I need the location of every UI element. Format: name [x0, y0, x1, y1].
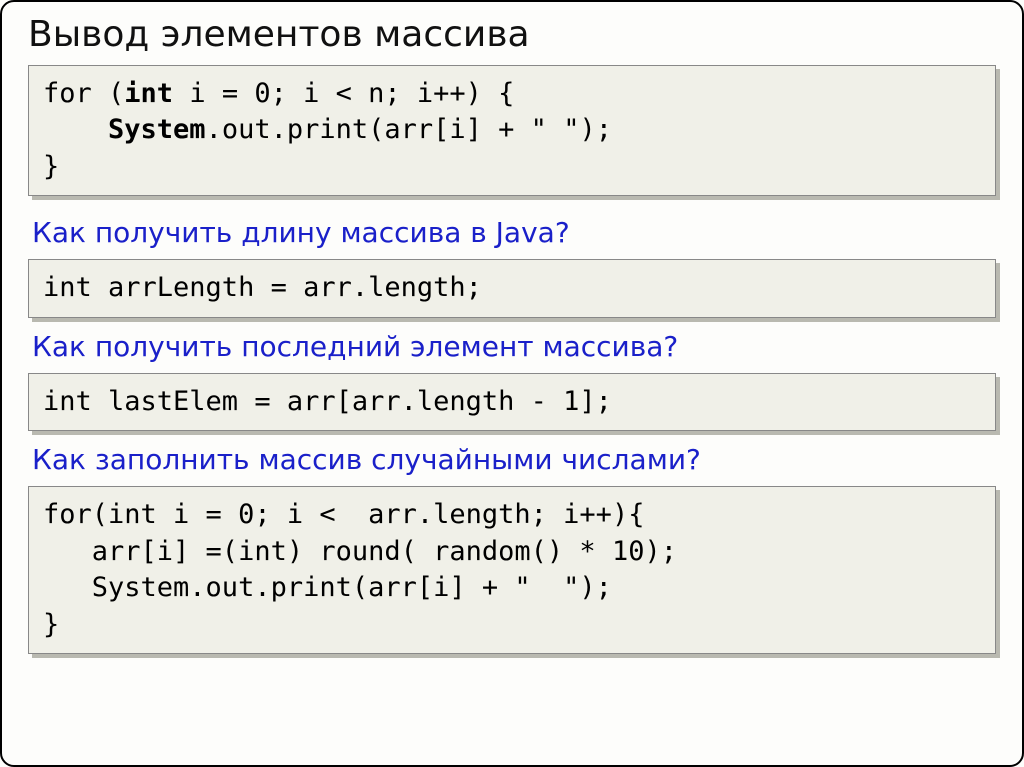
keyword-system: System — [108, 114, 206, 145]
question-last-element: Как получить последний элемент массива? — [32, 330, 996, 363]
code-text: i = 0; i < n; i++) { — [173, 78, 514, 109]
slide-title: Вывод элементов массива — [28, 14, 996, 55]
code-block-array-length: int arrLength = arr.length; — [28, 259, 996, 317]
code-line: } — [43, 609, 59, 640]
code-block-random-fill: for(int i = 0; i < arr.length; i++){ arr… — [28, 486, 996, 654]
code-text: .out.print(arr[i] + " "); — [206, 114, 612, 145]
code-line: System.out.print(arr[i] + " "); — [43, 572, 612, 603]
code-block-last-element: int lastElem = arr[arr.length - 1]; — [28, 373, 996, 431]
keyword-int: int — [124, 78, 173, 109]
code-indent — [43, 114, 108, 145]
question-random-fill: Как заполнить массив случайными числами? — [32, 443, 996, 476]
code-block-output-loop: for (int i = 0; i < n; i++) { System.out… — [28, 65, 996, 196]
slide: Вывод элементов массива for (int i = 0; … — [2, 2, 1022, 765]
code-text: for ( — [43, 78, 124, 109]
code-line: arr[i] =(int) round( random() * 10); — [43, 536, 677, 567]
question-array-length: Как получить длину массива в Java? — [32, 216, 996, 249]
code-line: for(int i = 0; i < arr.length; i++){ — [43, 499, 644, 530]
code-text: } — [43, 151, 59, 182]
